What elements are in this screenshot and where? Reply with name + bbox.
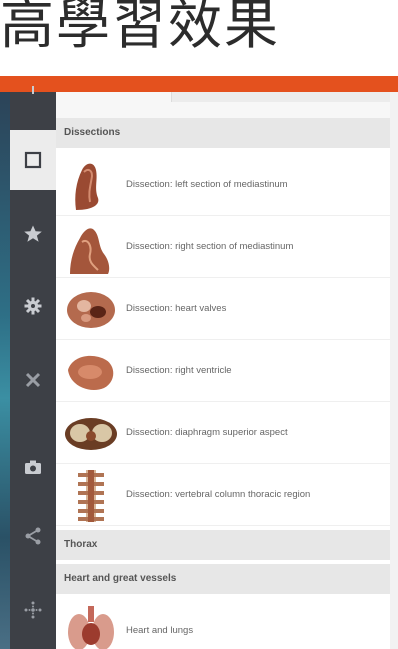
move-button[interactable] <box>10 580 56 640</box>
background-photo-strip <box>0 92 10 649</box>
camera-button[interactable] <box>10 437 56 497</box>
accent-bar <box>0 76 398 92</box>
view-icon <box>24 151 42 169</box>
list-item[interactable]: Dissection: right ventricle <box>56 340 390 402</box>
panel-header-strip <box>56 92 390 120</box>
item-thumbnail <box>64 220 118 274</box>
close-icon <box>25 372 41 388</box>
share-button[interactable] <box>10 506 56 566</box>
item-label: Dissection: vertebral column thoracic re… <box>126 489 311 500</box>
section-header-dissections[interactable]: Dissections <box>56 118 390 148</box>
item-label: Dissection: right ventricle <box>126 365 232 376</box>
section-header-thorax[interactable]: Thorax <box>56 530 390 560</box>
list-item[interactable]: Dissection: right section of mediastinum <box>56 216 390 278</box>
star-icon <box>24 225 42 242</box>
gear-icon <box>24 297 42 315</box>
move-icon <box>24 601 42 619</box>
item-label: Dissection: diaphragm superior aspect <box>126 427 288 438</box>
item-label: Dissection: right section of mediastinum <box>126 241 294 252</box>
list-item[interactable]: Dissection: left section of mediastinum <box>56 154 390 216</box>
share-icon <box>25 527 41 545</box>
camera-icon <box>25 460 41 474</box>
item-thumbnail <box>64 282 118 336</box>
panel-right-edge <box>390 92 398 649</box>
item-label: Heart and lungs <box>126 625 194 636</box>
toolbar-top-button[interactable] <box>10 84 56 108</box>
handle-icon <box>32 86 34 94</box>
list-item[interactable]: Dissection: diaphragm superior aspect <box>56 402 390 464</box>
list-item[interactable]: Dissection: heart valves <box>56 278 390 340</box>
panel-tab-edge <box>171 92 390 102</box>
side-toolbar <box>10 86 56 649</box>
favorites-button[interactable] <box>10 204 56 264</box>
item-thumbnail <box>64 406 118 460</box>
section-header-heart-and-great-vessels[interactable]: Heart and great vessels <box>56 564 390 594</box>
content-panel: Dissections Dissection: left section of … <box>56 92 390 649</box>
item-thumbnail <box>64 344 118 398</box>
slide-title: 高學習效果 <box>0 0 280 56</box>
item-thumbnail <box>64 158 118 212</box>
view-button[interactable] <box>10 130 56 190</box>
close-button[interactable] <box>10 350 56 410</box>
item-label: Dissection: left section of mediastinum <box>126 179 288 190</box>
item-thumbnail <box>64 598 118 649</box>
item-label: Dissection: heart valves <box>126 303 227 314</box>
item-thumbnail <box>64 468 118 522</box>
settings-button[interactable] <box>10 276 56 336</box>
list-item[interactable]: Dissection: vertebral column thoracic re… <box>56 464 390 526</box>
list-item[interactable]: Heart and lungs <box>56 594 390 649</box>
